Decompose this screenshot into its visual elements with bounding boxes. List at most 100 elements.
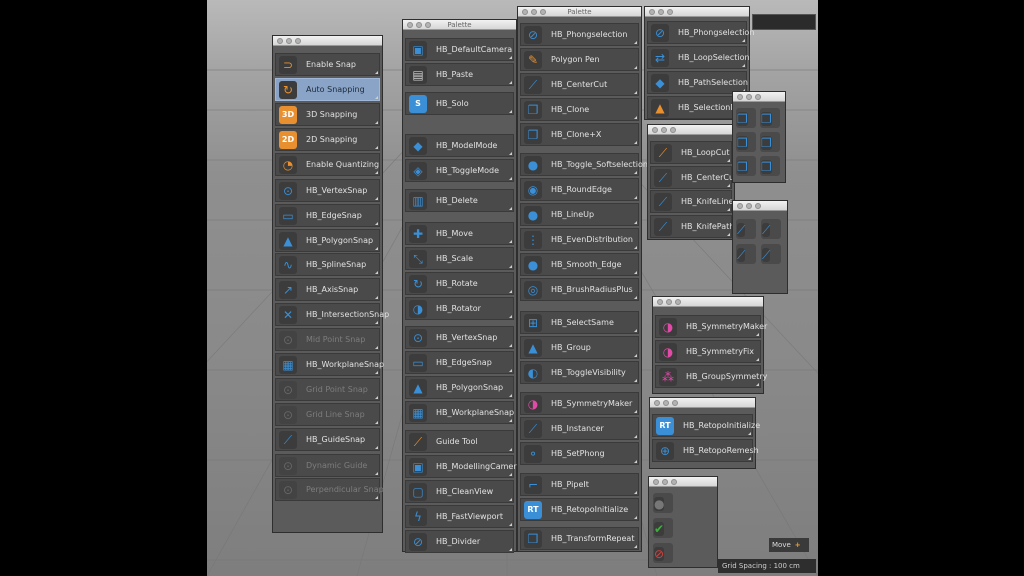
tool-button-hb-symmetrymaker[interactable]: ◑ HB_SymmetryMaker bbox=[520, 392, 639, 415]
tool-button-hb-polygonsnap[interactable]: ▲ HB_PolygonSnap bbox=[275, 229, 380, 252]
zoom-dot-icon[interactable] bbox=[670, 127, 676, 133]
tool-button-dynamic-guide[interactable]: ⊙ Dynamic Guide bbox=[275, 454, 380, 477]
tool-button-hb-cleanview[interactable]: ▢ HB_CleanView bbox=[405, 480, 514, 503]
tool-button-hb-scale[interactable]: ⤡ HB_Scale bbox=[405, 247, 514, 270]
tool-button-hb-symmetryfix[interactable]: ◑ HB_SymmetryFix bbox=[655, 340, 761, 363]
knife-dot-button[interactable]: ⟋ bbox=[761, 219, 781, 239]
tool-button-hb-loopcut[interactable]: ⟋ HB_LoopCut bbox=[650, 141, 732, 164]
palette-titlebar[interactable] bbox=[733, 201, 787, 211]
tool-button-hb-clone[interactable]: ❐ HB_Clone bbox=[520, 98, 639, 121]
tool-button-grid-point-snap[interactable]: ⊙ Grid Point Snap bbox=[275, 378, 380, 401]
palette-titlebar[interactable] bbox=[733, 92, 785, 102]
knife-point-button[interactable]: ⟋ bbox=[736, 244, 756, 264]
close-dot-icon[interactable] bbox=[653, 479, 659, 485]
minimize-dot-icon[interactable] bbox=[746, 203, 752, 209]
tool-button-hb-setphong[interactable]: ⚬ HB_SetPhong bbox=[520, 442, 639, 465]
close-dot-icon[interactable] bbox=[657, 299, 663, 305]
minimize-dot-icon[interactable] bbox=[663, 400, 669, 406]
clone-x-button[interactable]: ❐ bbox=[736, 108, 756, 128]
tool-button-hb-edgesnap[interactable]: ▭ HB_EdgeSnap bbox=[405, 351, 514, 374]
clone-y-button[interactable]: ❐ bbox=[760, 132, 780, 152]
tool-button-hb-group[interactable]: ▲ HB_Group bbox=[520, 336, 639, 359]
minimize-dot-icon[interactable] bbox=[658, 9, 664, 15]
tool-button-hb-toggle-softselection[interactable]: ● HB_Toggle_Softselection bbox=[520, 153, 648, 176]
move-tool-button[interactable]: Move + bbox=[769, 538, 809, 552]
zoom-dot-icon[interactable] bbox=[675, 299, 681, 305]
tool-button-3d-snapping[interactable]: 3D 3D Snapping bbox=[275, 103, 380, 126]
tool-button-hb-roundedge[interactable]: ◉ HB_RoundEdge bbox=[520, 178, 639, 201]
tool-button-hb-selectsame[interactable]: ⊞ HB_SelectSame bbox=[520, 311, 639, 334]
tool-button-hb-defaultcamera[interactable]: ▣ HB_DefaultCamera bbox=[405, 38, 514, 61]
palette-titlebar[interactable] bbox=[273, 36, 382, 46]
tool-button-hb-lineup[interactable]: ● HB_LineUp bbox=[520, 203, 639, 226]
palette-titlebar[interactable] bbox=[645, 7, 749, 17]
tool-button-hb-rotate[interactable]: ↻ HB_Rotate bbox=[405, 272, 514, 295]
palette-titlebar[interactable] bbox=[653, 297, 763, 307]
tool-button-hb-smooth-edge[interactable]: ● HB_Smooth_Edge bbox=[520, 253, 639, 276]
tool-button-hb-vertexsnap[interactable]: ⊙ HB_VertexSnap bbox=[405, 326, 514, 349]
tool-button-hb-guidesnap[interactable]: ⟋ HB_GuideSnap bbox=[275, 428, 380, 451]
tool-button-hb-clone-x[interactable]: ❐ HB_Clone+X bbox=[520, 123, 639, 146]
tool-button-hb-phongselection[interactable]: ⊘ HB_Phongselection bbox=[520, 23, 639, 46]
zoom-dot-icon[interactable] bbox=[295, 38, 301, 44]
tool-button-hb-evendistribution[interactable]: ⋮ HB_EvenDistribution bbox=[520, 228, 639, 251]
tool-button-hb-modelmode[interactable]: ◆ HB_ModelMode bbox=[405, 134, 514, 157]
tool-button-hb-axissnap[interactable]: ↗ HB_AxisSnap bbox=[275, 278, 380, 301]
tool-button-2d-snapping[interactable]: 2D 2D Snapping bbox=[275, 128, 380, 151]
zoom-dot-icon[interactable] bbox=[667, 9, 673, 15]
knife-circle-button[interactable]: ⟋ bbox=[736, 219, 756, 239]
tool-button-hb-workplanesnap[interactable]: ▦ HB_WorkplaneSnap bbox=[275, 353, 384, 376]
clone-z-button[interactable]: ❐ bbox=[760, 156, 780, 176]
zoom-dot-icon[interactable] bbox=[672, 400, 678, 406]
minimize-dot-icon[interactable] bbox=[666, 299, 672, 305]
tool-button-hb-move[interactable]: ✚ HB_Move bbox=[405, 222, 514, 245]
tool-button-hb-centercut[interactable]: ⟋ HB_CenterCut bbox=[650, 166, 737, 189]
tool-button-hb-phongselection[interactable]: ⊘ HB_Phongselection bbox=[647, 21, 754, 44]
minimize-dot-icon[interactable] bbox=[661, 127, 667, 133]
tool-button-hb-paste[interactable]: ▤ HB_Paste bbox=[405, 63, 514, 86]
close-dot-icon[interactable] bbox=[277, 38, 283, 44]
tool-button-hb-vertexsnap[interactable]: ⊙ HB_VertexSnap bbox=[275, 179, 380, 202]
clone-z-button[interactable]: ❐ bbox=[736, 156, 756, 176]
tool-button-hb-polygonsnap[interactable]: ▲ HB_PolygonSnap bbox=[405, 376, 514, 399]
clone-x-button[interactable]: ❐ bbox=[760, 108, 780, 128]
clone-y-button[interactable]: ❐ bbox=[736, 132, 756, 152]
tool-button-hb-rotator[interactable]: ◑ HB_Rotator bbox=[405, 297, 514, 320]
tool-button-hb-splinesnap[interactable]: ∿ HB_SplineSnap bbox=[275, 253, 380, 276]
tool-button-mid-point-snap[interactable]: ⊙ Mid Point Snap bbox=[275, 328, 380, 351]
tool-button-hb-fastviewport[interactable]: ϟ HB_FastViewport bbox=[405, 505, 514, 528]
tool-button-hb-modellingcamera[interactable]: ▣ HB_ModellingCamera bbox=[405, 455, 522, 478]
tool-button-hb-loopselection[interactable]: ⇄ HB_LoopSelection bbox=[647, 46, 750, 69]
minimize-dot-icon[interactable] bbox=[662, 479, 668, 485]
zoom-dot-icon[interactable] bbox=[671, 479, 677, 485]
tool-button-hb-pipeit[interactable]: ⌐ HB_PipeIt bbox=[520, 473, 639, 496]
tool-button-perpendicular-snap[interactable]: ⊙ Perpendicular Snap bbox=[275, 478, 384, 501]
tool-button-hb-symmetrymaker[interactable]: ◑ HB_SymmetryMaker bbox=[655, 315, 767, 338]
tool-button-hb-solo[interactable]: S HB_Solo bbox=[405, 92, 514, 115]
tool-button-enable-snap[interactable]: ⊃ Enable Snap bbox=[275, 53, 380, 76]
tool-button-hb-knifepath[interactable]: ⟋ HB_KnifePath bbox=[650, 215, 734, 238]
tool-button-hb-instancer[interactable]: ⟋ HB_Instancer bbox=[520, 417, 639, 440]
tool-button-hb-intersectionsnap[interactable]: ✕ HB_IntersectionSnap bbox=[275, 303, 389, 326]
tool-button-grid-line-snap[interactable]: ⊙ Grid Line Snap bbox=[275, 403, 380, 426]
bomb-button[interactable]: ● bbox=[653, 493, 673, 513]
close-dot-icon[interactable] bbox=[737, 94, 743, 100]
zoom-dot-icon[interactable] bbox=[755, 94, 761, 100]
tool-button-hb-togglevisibility[interactable]: ◐ HB_ToggleVisibility bbox=[520, 361, 639, 384]
tool-button-enable-quantizing[interactable]: ◔ Enable Quantizing bbox=[275, 153, 380, 176]
tool-button-hb-workplanesnap[interactable]: ▦ HB_WorkplaneSnap bbox=[405, 401, 514, 424]
minimize-dot-icon[interactable] bbox=[746, 94, 752, 100]
tool-button-hb-edgesnap[interactable]: ▭ HB_EdgeSnap bbox=[275, 204, 380, 227]
tool-button-hb-groupsymmetry[interactable]: ⁂ HB_GroupSymmetry bbox=[655, 365, 767, 388]
palette-titlebar[interactable] bbox=[649, 477, 717, 487]
close-dot-icon[interactable] bbox=[652, 127, 658, 133]
tool-button-hb-transformrepeat[interactable]: ❒ HB_TransformRepeat bbox=[520, 527, 639, 550]
tool-button-hb-knifeline[interactable]: ⟋ HB_KnifeLine bbox=[650, 190, 733, 213]
tool-button-hb-brushradiusplus[interactable]: ◎ HB_BrushRadiusPlus bbox=[520, 278, 639, 301]
palette-titlebar[interactable] bbox=[648, 125, 734, 135]
palette-titlebar[interactable] bbox=[650, 398, 755, 408]
check-button[interactable]: ✔ bbox=[653, 518, 673, 538]
palette-titlebar[interactable]: Palette bbox=[403, 20, 516, 30]
minimize-dot-icon[interactable] bbox=[286, 38, 292, 44]
close-dot-icon[interactable] bbox=[649, 9, 655, 15]
